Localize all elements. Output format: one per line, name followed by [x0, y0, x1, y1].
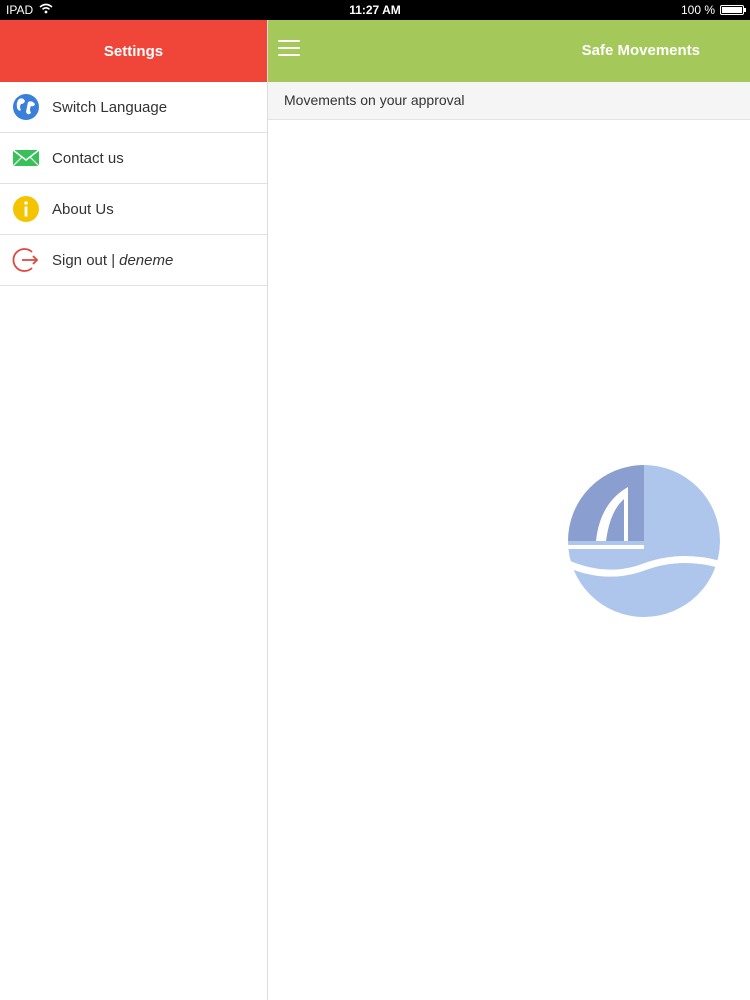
mail-icon [11, 143, 41, 173]
sidebar-item-contact-us[interactable]: Contact us [0, 133, 267, 184]
hamburger-menu-icon[interactable] [278, 40, 300, 60]
globe-icon [11, 92, 41, 122]
signout-icon [11, 245, 41, 275]
sidebar-header: Settings [0, 20, 267, 82]
top-bar: Safe Movements [268, 20, 750, 82]
app-title: Safe Movements [581, 42, 700, 59]
sidebar: Settings Switch Language Contact us Abou… [0, 20, 268, 1000]
app-logo [564, 463, 723, 619]
status-bar: IPAD 11:27 AM 100 % [0, 0, 750, 20]
battery-percent: 100 % [680, 3, 715, 17]
sidebar-item-label: Sign out | [52, 251, 116, 269]
status-time: 11:27 AM [349, 3, 401, 17]
section-header: Movements on your approval [268, 82, 750, 120]
sidebar-title: Settings [103, 42, 164, 60]
main-panel: Safe Movements Movements on your approva… [268, 20, 750, 1000]
battery-icon [720, 5, 746, 15]
info-icon [11, 194, 41, 224]
sidebar-item-label: Switch Language [52, 98, 168, 116]
sidebar-item-label: Contact us [52, 149, 124, 167]
sidebar-item-label: About Us [52, 200, 114, 218]
username: deneme [119, 251, 174, 269]
sidebar-item-sign-out[interactable]: Sign out | deneme [0, 235, 267, 286]
sidebar-item-about-us[interactable]: About Us [0, 184, 267, 235]
sidebar-item-switch-language[interactable]: Switch Language [0, 82, 267, 133]
